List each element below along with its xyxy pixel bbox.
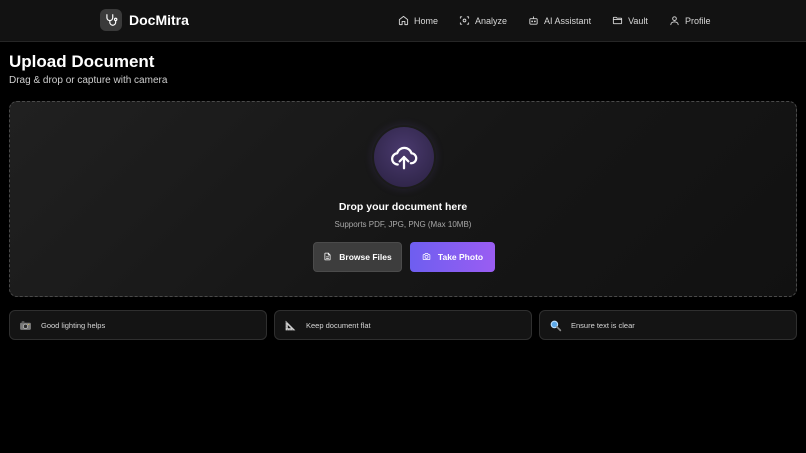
- nav-item-profile[interactable]: Profile: [669, 15, 711, 28]
- file-icon: [323, 252, 332, 263]
- user-icon: [669, 15, 680, 28]
- tip-card: Keep document flat: [274, 310, 532, 340]
- dropzone-hint: Supports PDF, JPG, PNG (Max 10MB): [334, 220, 472, 229]
- nav-links: Home Analyze AI Assistant Vault Profile: [398, 0, 731, 42]
- nav-item-label: AI Assistant: [544, 16, 592, 26]
- folder-icon: [612, 15, 623, 28]
- tip-text: Keep document flat: [306, 320, 371, 330]
- nav-item-ai-assistant[interactable]: AI Assistant: [528, 15, 591, 28]
- tips-row: Good lighting helps Keep document flat E…: [9, 310, 797, 340]
- nav-item-vault[interactable]: Vault: [612, 15, 648, 28]
- triangle-ruler-icon: [284, 319, 297, 332]
- magnifier-icon: [549, 319, 562, 332]
- nav-item-analyze[interactable]: Analyze: [459, 15, 507, 28]
- browse-files-label: Browse Files: [339, 252, 392, 262]
- nav-item-label: Home: [414, 16, 439, 26]
- dropzone-title: Drop your document here: [338, 201, 468, 213]
- home-icon: [398, 15, 409, 28]
- take-photo-button[interactable]: Take Photo: [410, 242, 495, 272]
- tip-text: Good lighting helps: [41, 320, 106, 330]
- nav-item-home[interactable]: Home: [398, 15, 438, 28]
- page-title: Upload Document: [9, 52, 155, 71]
- nav-item-label: Profile: [684, 16, 711, 26]
- tip-text: Ensure text is clear: [571, 320, 635, 330]
- camera-icon: [422, 252, 431, 263]
- stethoscope-icon: [100, 9, 122, 31]
- page-subtitle: Drag & drop or capture with camera: [9, 75, 168, 86]
- bot-icon: [528, 15, 539, 28]
- scan-icon: [459, 15, 470, 28]
- tip-card: Good lighting helps: [9, 310, 267, 340]
- brand[interactable]: DocMitra: [100, 9, 189, 31]
- upload-dropzone[interactable]: Drop your document here Supports PDF, JP…: [9, 101, 797, 297]
- camera-emoji-icon: [19, 319, 32, 332]
- cloud-upload-icon: [374, 127, 434, 187]
- browse-files-button[interactable]: Browse Files: [313, 242, 402, 272]
- take-photo-label: Take Photo: [437, 252, 484, 262]
- nav-item-label: Vault: [628, 16, 648, 26]
- top-navbar: DocMitra Home Analyze AI Assistant Vault: [0, 0, 806, 42]
- tip-card: Ensure text is clear: [539, 310, 797, 340]
- brand-name: DocMitra: [129, 12, 189, 28]
- nav-item-label: Analyze: [475, 16, 508, 26]
